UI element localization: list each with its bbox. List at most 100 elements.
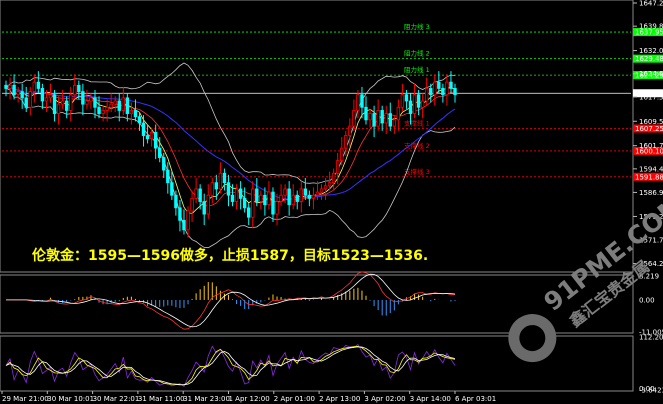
candle-body-60: [247, 207, 251, 218]
time-tick-label-1: 30 Mar 10:01: [47, 395, 94, 403]
candle-body-79: [323, 185, 328, 190]
watermark: 91PME.COM 鑫汇宝贵金属: [508, 190, 663, 363]
candle-body-59: [242, 197, 247, 209]
candle-body-1: [8, 84, 12, 89]
candle-body-78: [319, 188, 324, 193]
candle-body-95: [388, 113, 392, 127]
candle-body-54: [222, 172, 227, 184]
candle-body-111: [453, 88, 457, 96]
candle-body-100: [408, 100, 413, 114]
lower-band-line: [5, 88, 456, 249]
candle-body-20: [85, 100, 89, 105]
candle-body-67: [275, 201, 279, 215]
candle-body-11: [48, 94, 53, 99]
candle-body-43: [178, 207, 182, 221]
candle-body-58: [238, 188, 243, 199]
candle-body-16: [69, 94, 73, 111]
candle-body-12: [52, 94, 57, 114]
candle-body-56: [230, 194, 235, 202]
candle-body-74: [303, 188, 308, 196]
candle-body-62: [255, 188, 259, 202]
price-tick-label-6: 1601.78: [639, 142, 663, 150]
candle-body-44: [182, 219, 186, 231]
candle-body-15: [64, 100, 69, 111]
candle-body-84: [344, 135, 348, 149]
level-tag-text-3: 1607.25: [635, 125, 663, 133]
candle-body-24: [101, 110, 105, 114]
candle-body-28: [117, 100, 121, 111]
candle-body-3: [16, 91, 20, 96]
time-tick-label-4: 31 Mar 23:00: [183, 395, 230, 403]
time-tick-label-8: 3 Apr 02:00: [364, 395, 405, 403]
candle-body-77: [315, 191, 320, 196]
candle-body-98: [400, 94, 405, 108]
candle-body-87: [356, 94, 360, 111]
ind1-tick-label-1: 0.00: [639, 296, 655, 304]
time-axis: 29 Mar 21:0030 Mar 10:0130 Mar 22:0131 M…: [1, 391, 496, 403]
candle-body-92: [376, 110, 380, 127]
candle-body-61: [251, 188, 255, 218]
level-label-2: 阻力线 1: [404, 65, 430, 74]
candle-body-108: [441, 88, 445, 96]
candle-body-68: [279, 194, 283, 202]
candle-body-96: [392, 119, 397, 127]
candle-body-2: [12, 84, 16, 96]
ind2-tick-label-2: -3.6423: [639, 387, 663, 395]
time-tick-label-7: 2 Apr 13:00: [319, 395, 360, 403]
candle-body-110: [449, 81, 453, 89]
candle-body-101: [412, 94, 417, 114]
candle-body-91: [372, 113, 376, 127]
candle-body-9: [40, 88, 45, 102]
candle-body-19: [81, 91, 85, 105]
time-tick-label-5: 1 Apr 12:00: [229, 395, 270, 403]
candle-body-104: [424, 88, 429, 102]
price-tick-label-7: 1594.40: [639, 165, 663, 173]
ind2-tick-label-0: 112.2086: [639, 334, 663, 342]
price-tick-label-0: 1647.20: [639, 0, 663, 8]
candle-body-90: [368, 113, 372, 121]
candle-body-76: [311, 194, 316, 199]
candle-body-30: [125, 97, 130, 114]
level-label-3: 支撑线 1: [404, 118, 430, 127]
candle-body-69: [283, 188, 287, 196]
candle-body-6: [28, 91, 32, 108]
price-tick-label-3: 1624.68: [639, 70, 663, 78]
price-tick-label-5: 1609.55: [639, 118, 663, 126]
candle-body-103: [420, 100, 425, 108]
price-tick-label-2: 1632.05: [639, 47, 663, 55]
candle-body-23: [97, 106, 101, 114]
candle-body-17: [73, 84, 77, 96]
candle-body-48: [198, 188, 202, 202]
candle-body-53: [218, 172, 223, 190]
candle-body-109: [445, 81, 449, 96]
candle-body-70: [287, 188, 291, 206]
candle-body-80: [327, 182, 332, 187]
ind2-d-line: [5, 345, 456, 386]
candle-body-102: [416, 94, 421, 108]
candle-body-55: [226, 182, 231, 196]
candle-body-37: [153, 132, 158, 149]
candle-body-0: [4, 84, 8, 89]
time-tick-label-3: 31 Mar 11:00: [138, 395, 185, 403]
candle-body-41: [170, 182, 174, 196]
candle-body-40: [166, 169, 170, 184]
time-tick-label-0: 29 Mar 21:00: [2, 395, 49, 403]
candle-body-71: [291, 194, 295, 206]
candle-body-35: [145, 135, 150, 140]
candle-body-47: [194, 188, 198, 199]
level-label-1: 阻力线 2: [404, 49, 430, 58]
level-tag-text-5: 1591.88: [635, 173, 663, 181]
level-label-0: 阻力线 3: [404, 22, 430, 31]
candle-body-94: [384, 113, 388, 124]
price-tick-label-8: 1586.90: [639, 189, 663, 197]
candle-body-57: [234, 188, 239, 202]
time-tick-label-10: 6 Apr 03:01: [455, 395, 496, 403]
candle-body-66: [271, 191, 275, 215]
level-tag-text-1: 1629.48: [635, 55, 663, 63]
ind1-fast-line: [6, 271, 455, 330]
time-tick-label-6: 2 Apr 01:00: [274, 395, 315, 403]
candle-body-21: [89, 97, 93, 102]
candle-body-88: [360, 94, 364, 108]
candle-body-31: [129, 110, 134, 114]
candle-body-42: [174, 194, 178, 209]
